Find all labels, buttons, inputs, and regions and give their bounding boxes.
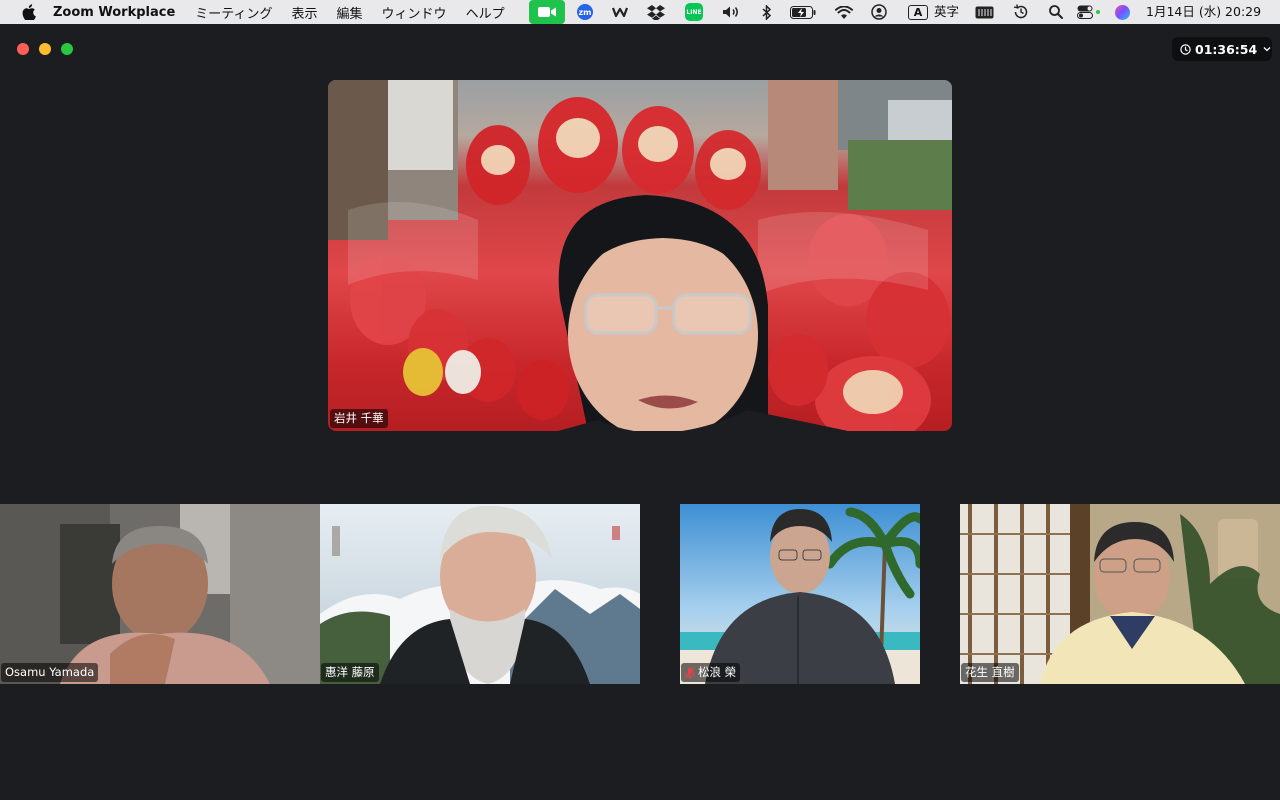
- input-method-icon[interactable]: A: [907, 0, 929, 24]
- zm-icon[interactable]: zm: [577, 0, 593, 24]
- participant-name-tag: 松浪 榮: [681, 663, 741, 682]
- wave-icon[interactable]: [612, 0, 628, 24]
- bluetooth-icon[interactable]: [761, 0, 773, 24]
- microphone-muted-icon: [685, 666, 695, 679]
- participant-name: 惠洋 藤原: [325, 665, 375, 679]
- window-minimize-button[interactable]: [39, 43, 51, 55]
- dropbox-icon[interactable]: [647, 0, 665, 24]
- participant-4-video-frame: [960, 504, 1280, 684]
- participant-video-1[interactable]: Osamu Yamada: [0, 504, 320, 684]
- participant-3-video-frame: [680, 504, 920, 684]
- menu-view[interactable]: 表示: [292, 3, 318, 22]
- menu-edit[interactable]: 編集: [337, 3, 363, 22]
- participant-video-4[interactable]: 花生 直樹: [960, 504, 1280, 684]
- participant-name: 花生 直樹: [965, 665, 1015, 679]
- volume-icon[interactable]: [722, 0, 742, 24]
- search-icon[interactable]: [1049, 0, 1063, 24]
- time-machine-icon[interactable]: [1013, 0, 1029, 24]
- wifi-icon[interactable]: [835, 0, 853, 24]
- zoom-video-icon[interactable]: [529, 0, 565, 24]
- participant-name-tag: 花生 直樹: [961, 663, 1019, 682]
- participant-1-video-frame: [0, 504, 320, 684]
- participant-name: 松浪 榮: [698, 665, 737, 679]
- participant-name: Osamu Yamada: [5, 665, 95, 679]
- line-icon[interactable]: LINE: [685, 0, 703, 24]
- daruma-scene: [328, 80, 952, 431]
- menubar-datetime[interactable]: 1月14日 (水) 20:29: [1146, 0, 1261, 24]
- participant-name-tag: 惠洋 藤原: [321, 663, 379, 682]
- chevron-down-icon: [1263, 46, 1271, 52]
- apple-icon[interactable]: [19, 4, 39, 20]
- participant-video-2[interactable]: 惠洋 藤原: [320, 504, 640, 684]
- window-fullscreen-button[interactable]: [61, 43, 73, 55]
- menu-bar: Zoom Workplace ミーティング 表示 編集 ウィンドウ ヘルプ zm…: [0, 0, 1280, 24]
- keyboard-icon[interactable]: [975, 0, 994, 24]
- clock-icon: [1180, 43, 1191, 55]
- menu-window[interactable]: ウィンドウ: [382, 3, 447, 22]
- control-center-icon[interactable]: [1077, 0, 1101, 24]
- user-icon[interactable]: [870, 0, 887, 24]
- active-speaker-name: 岩井 千華: [334, 411, 384, 425]
- zoom-meeting-window: 01:36:54 岩井 千華 Osamu Yamada 惠洋 藤原 松浪 榮 花…: [0, 24, 1280, 800]
- participant-name-tag: Osamu Yamada: [1, 663, 99, 682]
- menu-meeting[interactable]: ミーティング: [195, 3, 272, 22]
- active-speaker-name-tag: 岩井 千華: [330, 409, 388, 428]
- battery-icon: [790, 0, 816, 24]
- app-name-menu[interactable]: Zoom Workplace: [53, 5, 175, 20]
- participant-video-3[interactable]: 松浪 榮: [680, 504, 920, 684]
- meeting-elapsed-time: 01:36:54: [1195, 41, 1258, 57]
- window-close-button[interactable]: [17, 43, 29, 55]
- participant-2-video-frame: [320, 504, 640, 684]
- siri-icon[interactable]: [1114, 0, 1130, 24]
- input-method-label[interactable]: 英字: [934, 0, 959, 24]
- menu-help[interactable]: ヘルプ: [466, 3, 505, 22]
- active-speaker-video[interactable]: 岩井 千華: [328, 80, 952, 431]
- meeting-timer[interactable]: 01:36:54: [1172, 37, 1272, 61]
